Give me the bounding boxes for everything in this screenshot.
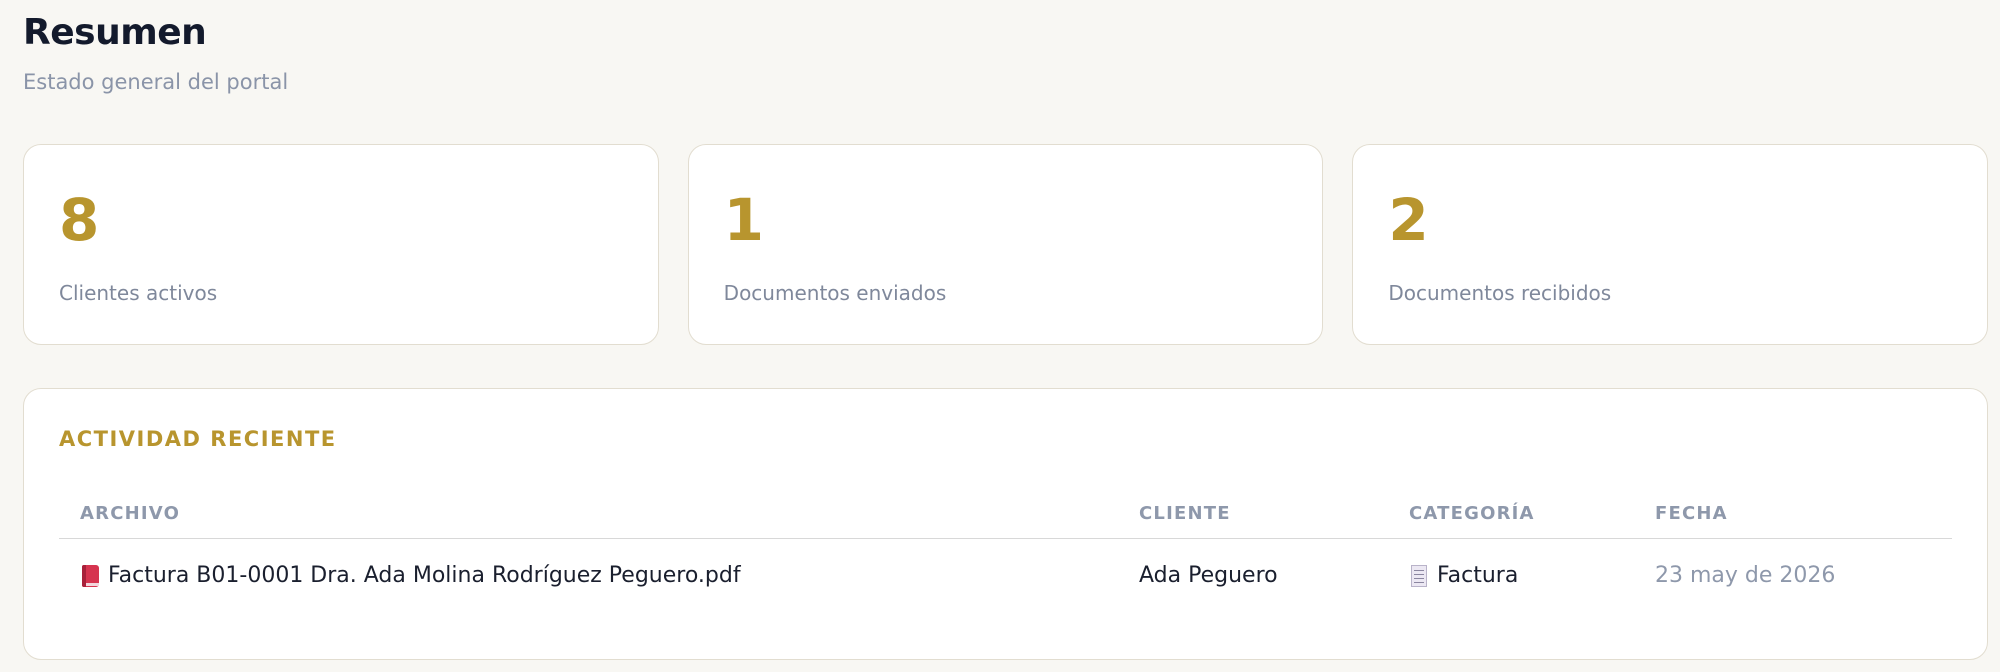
page-title: Resumen <box>23 12 207 53</box>
stat-card-documentos-recibidos: 2 Documentos recibidos <box>1352 144 1989 345</box>
file-cell[interactable]: Factura B01-0001 Dra. Ada Molina Rodrígu… <box>80 563 741 588</box>
column-header-cliente[interactable]: CLIENTE <box>1139 503 1231 524</box>
stat-card-documentos-enviados: 1 Documentos enviados <box>687 144 1324 345</box>
stat-label: Documentos recibidos <box>1388 281 1612 305</box>
column-header-categoria[interactable]: CATEGORÍA <box>1409 503 1535 524</box>
stats-row: 8 Clientes activos 1 Documentos enviados… <box>23 144 1989 345</box>
column-header-archivo[interactable]: ARCHIVO <box>80 503 180 524</box>
recent-activity-title: ACTIVIDAD RECIENTE <box>59 427 337 451</box>
table-header: ARCHIVO CLIENTE CATEGORÍA FECHA <box>59 489 1952 539</box>
stat-label: Clientes activos <box>59 281 218 305</box>
pdf-book-icon <box>80 564 100 588</box>
recent-activity-table: ARCHIVO CLIENTE CATEGORÍA FECHA Factura … <box>59 489 1952 615</box>
stat-value: 8 <box>59 186 100 254</box>
category-cell: Factura <box>1409 563 1518 588</box>
file-name[interactable]: Factura B01-0001 Dra. Ada Molina Rodrígu… <box>108 563 741 588</box>
column-header-fecha[interactable]: FECHA <box>1655 503 1728 524</box>
page-subtitle: Estado general del portal <box>23 70 289 94</box>
stat-card-clientes-activos: 8 Clientes activos <box>23 144 659 345</box>
receipt-icon <box>1409 564 1429 588</box>
client-cell: Ada Peguero <box>1139 563 1278 588</box>
date-cell: 23 may de 2026 <box>1655 563 1836 588</box>
recent-activity-card: ACTIVIDAD RECIENTE ARCHIVO CLIENTE CATEG… <box>23 388 1988 660</box>
stat-value: 2 <box>1388 186 1429 254</box>
stat-label: Documentos enviados <box>723 281 947 305</box>
page: Resumen Estado general del portal 8 Clie… <box>0 0 2000 672</box>
stat-value: 1 <box>723 186 765 254</box>
category-label: Factura <box>1437 563 1519 588</box>
table-row[interactable]: Factura B01-0001 Dra. Ada Molina Rodrígu… <box>59 539 1952 615</box>
